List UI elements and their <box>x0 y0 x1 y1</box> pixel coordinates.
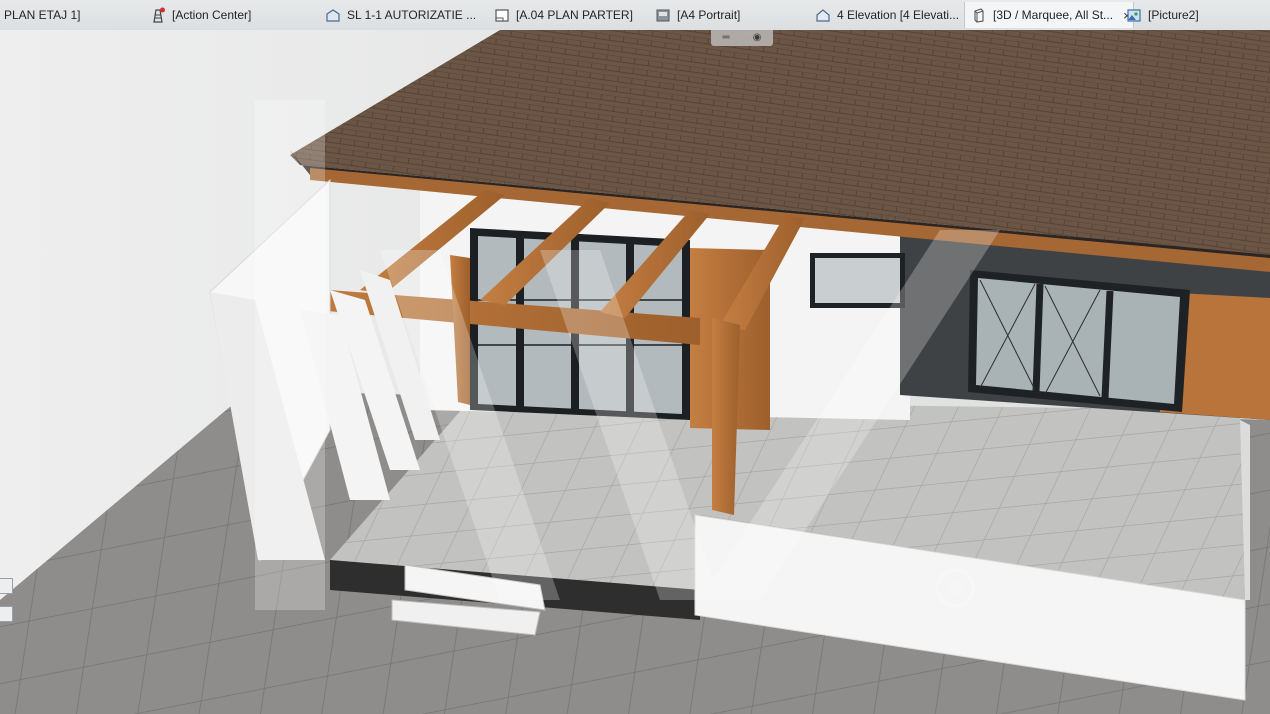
master-layout-icon <box>656 9 670 22</box>
picture-icon <box>1127 9 1141 22</box>
3d-model-render: ® <box>0 30 1270 714</box>
3d-view-icon <box>974 8 984 23</box>
edge-tool-icon[interactable] <box>0 606 13 622</box>
tab-label: [A.04 PLAN PARTER] <box>516 8 633 22</box>
pan-icon[interactable]: ═ <box>723 30 730 46</box>
3d-viewport[interactable]: ® <box>0 30 1270 714</box>
tab-label: PLAN ETAJ 1] <box>4 8 81 22</box>
tab-picture2[interactable]: [Picture2] <box>1126 2 1236 28</box>
tab-label: [3D / Marquee, All St... <box>993 8 1114 22</box>
action-center-icon <box>153 7 165 23</box>
tab-action-center[interactable]: [Action Center] <box>150 2 300 28</box>
tab-3d-marquee[interactable]: [3D / Marquee, All St... × <box>964 2 1134 28</box>
elevation-icon <box>816 9 830 22</box>
view-tab-bar: PLAN ETAJ 1] [Action Center] SL 1-1 AUTO… <box>0 0 1270 31</box>
navigation-widget[interactable]: ═ ◉ <box>711 30 773 46</box>
tab-label: 4 Elevation [4 Elevati... <box>837 8 960 22</box>
tab-label: [Picture2] <box>1148 8 1199 22</box>
left-edge-toolbar <box>0 578 14 634</box>
watermark-registered-mark: ® <box>947 578 965 599</box>
tab-plan-etaj-1[interactable]: PLAN ETAJ 1] <box>4 2 114 28</box>
eye-icon[interactable]: ◉ <box>753 30 762 46</box>
tab-a04-plan-parter[interactable]: [A.04 PLAN PARTER] <box>494 2 634 28</box>
tab-sl-autorizatie[interactable]: SL 1-1 AUTORIZATIE ... <box>325 2 475 28</box>
tab-label: SL 1-1 AUTORIZATIE ... <box>347 8 475 22</box>
tab-a4-portrait[interactable]: [A4 Portrait] <box>655 2 775 28</box>
edge-tool-icon[interactable] <box>0 578 13 594</box>
section-icon <box>326 9 340 22</box>
window-small <box>810 253 905 308</box>
tab-4-elevation[interactable]: 4 Elevation [4 Elevati... <box>815 2 965 28</box>
tab-label: [Action Center] <box>172 8 252 22</box>
tab-label: [A4 Portrait] <box>677 8 741 22</box>
window-right <box>968 270 1190 412</box>
layout-icon <box>495 9 509 22</box>
